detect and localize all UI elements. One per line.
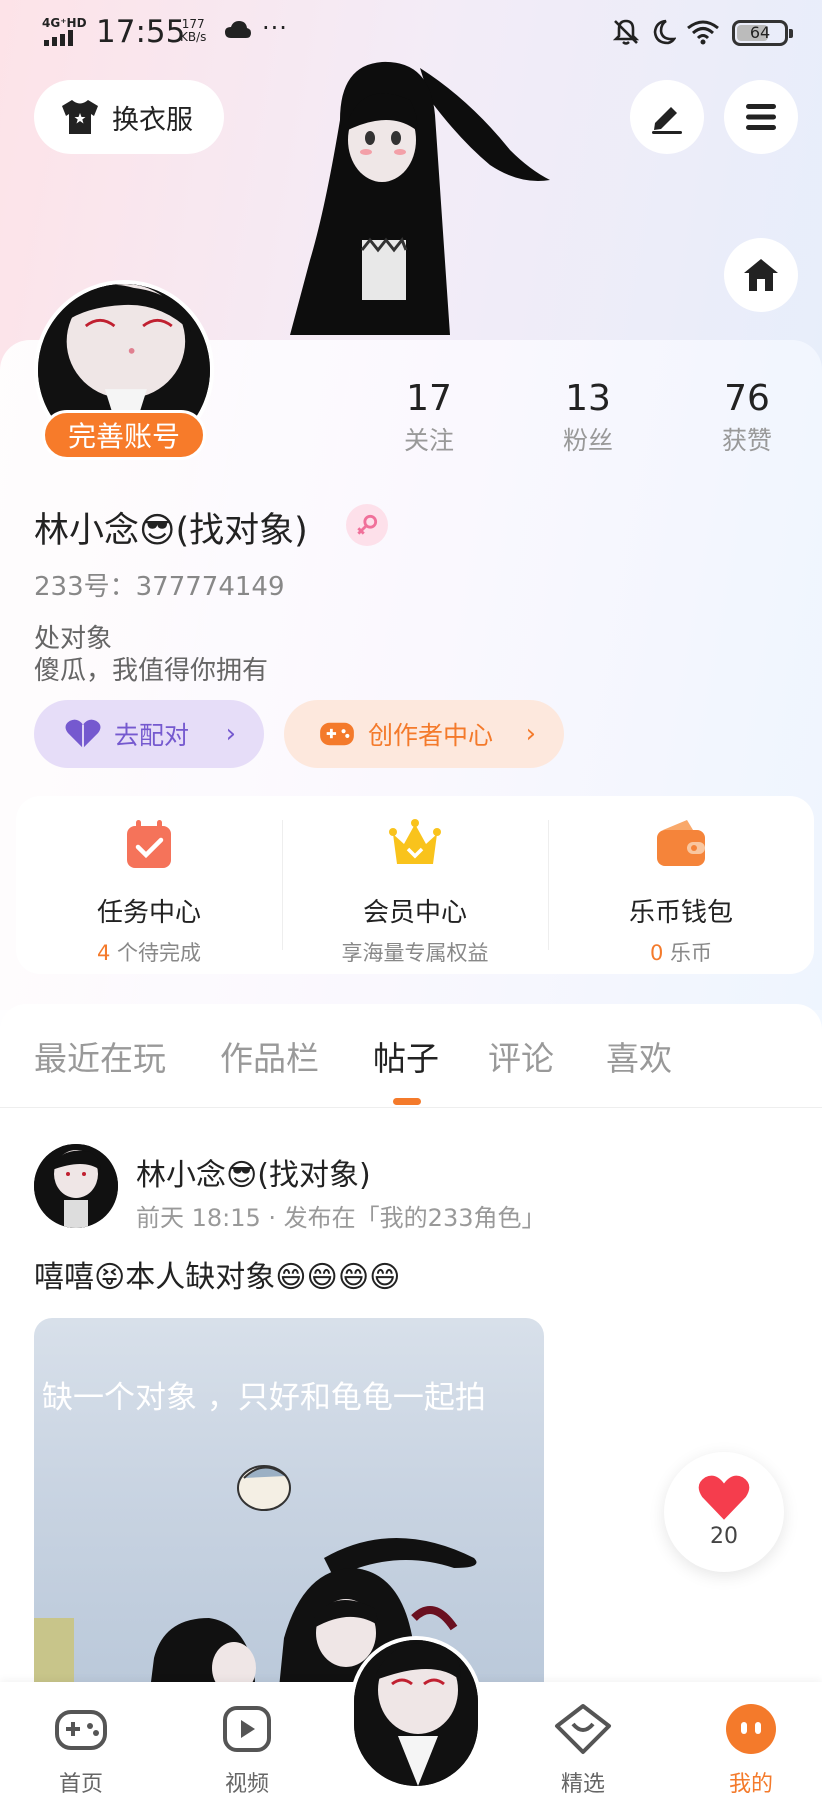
home-button[interactable] <box>724 238 798 312</box>
post-image-caption: 缺一个对象 ，只好和龟龟一起拍 <box>42 1380 486 1416</box>
tab-comments[interactable]: 评论 <box>488 1032 554 1080</box>
wifi-icon <box>687 20 719 45</box>
bio-line-2: 傻瓜，我值得你拥有 <box>34 656 269 686</box>
services-panel: 任务中心 4 个待完成 会员中心 享海量专属权益 乐币钱包 0 乐币 <box>16 796 814 974</box>
shirt-icon <box>62 100 98 134</box>
task-center[interactable]: 任务中心 4 个待完成 <box>16 796 282 974</box>
creator-center-button[interactable]: 创作者中心 › <box>284 700 564 768</box>
center-avatar-button[interactable] <box>350 1636 482 1796</box>
like-button[interactable]: 20 <box>664 1452 784 1572</box>
nav-home[interactable]: 首页 <box>36 1702 126 1798</box>
chevron-right-icon: › <box>225 719 236 749</box>
following-stat[interactable]: 17 关注 <box>374 378 484 457</box>
post-meta: 前天 18:15 · 发布在「我的233角色」 <box>136 1204 546 1232</box>
moon-icon <box>653 19 676 45</box>
tab-recently-played[interactable]: 最近在玩 <box>34 1032 166 1080</box>
complete-account-button[interactable]: 完善账号 <box>42 410 206 460</box>
nav-video[interactable]: 视频 <box>202 1702 292 1798</box>
wallet-icon <box>657 820 705 866</box>
network-indicator: 4G⁺HD <box>42 16 87 30</box>
match-button[interactable]: 去配对 › <box>34 700 264 768</box>
user-name: 林小念😎(找对象) <box>34 511 308 551</box>
tab-works[interactable]: 作品栏 <box>220 1032 319 1080</box>
post-author-name[interactable]: 林小念😎(找对象) <box>136 1150 371 1194</box>
fans-stat[interactable]: 13 粉丝 <box>533 378 643 457</box>
chevron-right-icon: › <box>525 719 536 749</box>
cloud-icon <box>225 21 251 38</box>
house-icon <box>744 259 778 291</box>
character-avatar-figure[interactable] <box>270 60 560 340</box>
post-text: 嘻嘻😝本人缺对象😄😄😄😄 <box>34 1260 401 1295</box>
gamepad-icon <box>55 1710 107 1750</box>
calendar-check-icon <box>127 820 171 868</box>
nav-mine[interactable]: 我的 <box>706 1702 796 1798</box>
active-tab-indicator <box>393 1098 421 1105</box>
gamepad-icon <box>320 722 354 746</box>
heart-diamond-icon <box>555 1704 611 1754</box>
bell-off-icon <box>612 19 640 45</box>
tab-likes[interactable]: 喜欢 <box>606 1032 672 1080</box>
pencil-icon <box>652 107 682 134</box>
coin-wallet[interactable]: 乐币钱包 0 乐币 <box>548 796 814 974</box>
tab-posts[interactable]: 帖子 <box>373 1032 439 1080</box>
face-icon <box>726 1704 776 1754</box>
member-center[interactable]: 会员中心 享海量专属权益 <box>282 796 548 974</box>
clock: 17:55 <box>96 14 186 50</box>
net-speed: 177 KB/s <box>180 17 207 44</box>
heart-icon <box>65 719 101 749</box>
battery-indicator: 64 <box>732 20 793 46</box>
likes-received-stat[interactable]: 76 获赞 <box>692 378 802 457</box>
post-author-avatar[interactable] <box>34 1144 118 1228</box>
edit-button[interactable] <box>630 80 704 154</box>
nav-featured[interactable]: 精选 <box>538 1702 628 1798</box>
heart-icon <box>698 1475 750 1520</box>
menu-icon <box>746 104 776 130</box>
more-dots: ··· <box>262 14 288 42</box>
status-bar: 4G⁺HD 17:55 177 KB/s ··· 64 <box>0 0 822 64</box>
crown-icon <box>389 819 441 864</box>
like-count: 20 <box>710 1524 738 1549</box>
change-outfit-label: 换衣服 <box>112 104 193 136</box>
signal-icon <box>44 30 73 46</box>
female-gender-icon <box>346 504 388 546</box>
video-icon <box>223 1706 271 1752</box>
menu-button[interactable] <box>724 80 798 154</box>
change-outfit-button[interactable]: 换衣服 <box>34 80 224 154</box>
user-id: 233号：377774149 <box>34 572 285 602</box>
